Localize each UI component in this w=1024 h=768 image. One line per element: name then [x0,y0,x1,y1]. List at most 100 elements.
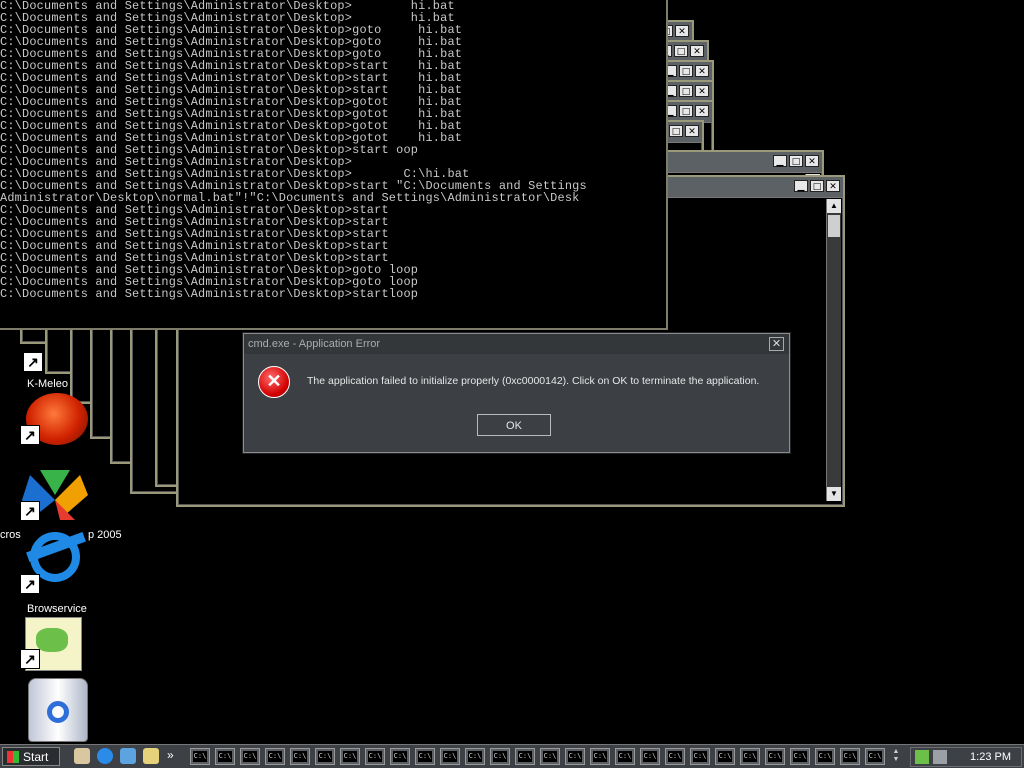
cmd-icon: C:\ [518,751,532,762]
taskbar-cmd-button[interactable]: C:\ [765,748,785,765]
desktop-icon-label: cros [0,529,21,541]
taskbar-cmd-button[interactable]: C:\ [640,748,660,765]
taskbar-cmd-button[interactable]: C:\ [190,748,210,765]
dialog-close-button[interactable]: ✕ [769,337,784,351]
taskbar-cmd-button[interactable]: C:\ [715,748,735,765]
window-controls: ▁□✕ [794,180,840,192]
ok-button[interactable]: OK [477,414,551,436]
taskbar-cmd-button[interactable]: C:\ [490,748,510,765]
application-error-dialog: cmd.exe - Application Error ✕ ✕ The appl… [243,333,790,453]
cmd-icon: C:\ [468,751,482,762]
internet-explorer-icon[interactable] [97,748,113,764]
cmd-icon: C:\ [868,751,882,762]
window-controls: ▁□✕ [663,65,709,77]
cmd-icon: C:\ [818,751,832,762]
taskbar-cmd-button[interactable]: C:\ [240,748,260,765]
taskbar-cmd-button[interactable]: C:\ [340,748,360,765]
cmd-console-window[interactable]: C:\Documents and Settings\Administrator\… [0,0,668,330]
clock: 1:23 PM [970,751,1011,763]
close-button[interactable]: ✕ [695,85,709,97]
taskbar-cmd-button[interactable]: C:\ [840,748,860,765]
dialog-title: cmd.exe - Application Error [244,334,789,354]
vertical-scrollbar[interactable]: ▲▼ [826,199,841,501]
cmd-icon: C:\ [318,751,332,762]
cmd-icon: C:\ [718,751,732,762]
windows-media-icon[interactable] [120,748,136,764]
maximize-button[interactable]: □ [679,85,693,97]
quick-launch-overflow[interactable]: » [167,748,174,762]
maximize-button[interactable]: □ [669,125,683,137]
desktop-icon-internet-explorer[interactable]: ↗ [20,528,90,603]
desktop-icon-label: K-Meleo [27,378,68,390]
maximize-button[interactable]: □ [789,155,803,167]
shortcut-arrow-icon: ↗ [20,574,40,594]
taskbar-cmd-button[interactable]: C:\ [615,748,635,765]
explorer-icon[interactable] [143,748,159,764]
taskbar-cmd-button[interactable]: C:\ [465,748,485,765]
cmd-icon: C:\ [668,751,682,762]
shortcut-arrow-icon: ↗ [23,352,43,372]
cmd-icon: C:\ [268,751,282,762]
desktop-icon-browservice[interactable]: Browservice ↗ [20,603,90,673]
dialog-message: The application failed to initialize pro… [307,375,760,387]
maximize-button[interactable]: □ [679,105,693,117]
cmd-icon: C:\ [443,751,457,762]
taskbar-cmd-button[interactable]: C:\ [790,748,810,765]
desktop-icon-k-meleon[interactable]: ↗ K-Meleo [20,350,90,395]
taskbar-cmd-button[interactable]: C:\ [565,748,585,765]
window-controls: ▁□✕ [773,155,819,167]
window-controls: ▁□✕ [663,105,709,117]
cmd-icon: C:\ [218,751,232,762]
taskbar-cmd-button[interactable]: C:\ [590,748,610,765]
maximize-button[interactable]: □ [674,45,688,57]
taskbar-cmd-button[interactable]: C:\ [290,748,310,765]
close-button[interactable]: ✕ [685,125,699,137]
taskbar-cmd-button[interactable]: C:\ [415,748,435,765]
desktop-icon-label-tail: p 2005 [88,529,122,541]
close-button[interactable]: ✕ [695,105,709,117]
cmd-icon: C:\ [493,751,507,762]
scroll-thumb[interactable] [828,215,840,237]
tray-app-icon[interactable] [915,750,929,764]
taskbar-cmd-button[interactable]: C:\ [390,748,410,765]
network-icon[interactable] [933,750,947,764]
show-desktop-icon[interactable] [74,748,90,764]
taskbar-cmd-button[interactable]: C:\ [440,748,460,765]
taskbar-cmd-button[interactable]: C:\ [265,748,285,765]
cmd-icon: C:\ [693,751,707,762]
cmd-icon: C:\ [743,751,757,762]
desktop-icon-red-ball[interactable]: ↗ [20,393,90,448]
taskbar-cmd-button[interactable]: C:\ [515,748,535,765]
maximize-button[interactable]: □ [679,65,693,77]
cmd-icon: C:\ [293,751,307,762]
taskbar-cmd-button[interactable]: C:\ [665,748,685,765]
cmd-icon: C:\ [543,751,557,762]
taskbar-cmd-button[interactable]: C:\ [865,748,885,765]
scroll-up-icon[interactable]: ▲ [827,199,841,213]
shortcut-arrow-icon: ↗ [20,649,40,669]
taskbar-cmd-button[interactable]: C:\ [315,748,335,765]
cmd-icon: C:\ [393,751,407,762]
close-button[interactable]: ✕ [826,180,840,192]
taskbar-cmd-button[interactable]: C:\ [815,748,835,765]
taskbar-cmd-button[interactable]: C:\ [540,748,560,765]
taskbar-cmd-button[interactable]: C:\ [690,748,710,765]
close-button[interactable]: ✕ [675,25,689,37]
taskbar-cmd-button[interactable]: C:\ [740,748,760,765]
minimize-button[interactable]: ▁ [773,155,787,167]
taskbar-cmd-button[interactable]: C:\ [215,748,235,765]
cmd-icon: C:\ [768,751,782,762]
taskbar-cmd-button[interactable]: C:\ [365,748,385,765]
start-button[interactable]: Start [2,747,60,766]
maximize-button[interactable]: □ [810,180,824,192]
taskbar-scroll-arrows[interactable]: ▲ ▼ [889,748,903,765]
minimize-button[interactable]: ▁ [794,180,808,192]
cmd-icon: C:\ [593,751,607,762]
close-button[interactable]: ✕ [690,45,704,57]
cmd-icon: C:\ [793,751,807,762]
close-button[interactable]: ✕ [695,65,709,77]
close-button[interactable]: ✕ [805,155,819,167]
scroll-down-icon[interactable]: ▼ [827,487,841,501]
desktop-icon-recycle-bin[interactable] [20,678,90,742]
cmd-icon: C:\ [418,751,432,762]
